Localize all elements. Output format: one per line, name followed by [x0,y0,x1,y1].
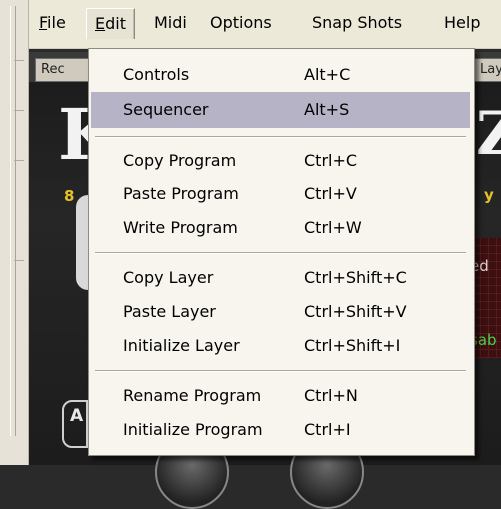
menu-item-shortcut: Alt+C [304,65,351,84]
menu-help-label: Help [444,13,481,32]
menu-item-write-program[interactable]: Write Program Ctrl+W [91,210,470,246]
menu-file-mnemonic: F [39,13,48,32]
menu-item-controls[interactable]: Controls Alt+C [91,57,470,93]
brand-logo-right: Z [476,99,501,169]
menu-item-shortcut: Ctrl+Shift+V [304,302,407,321]
menu-edit[interactable]: Edit [86,8,135,39]
menu-separator [95,370,466,372]
menu-item-label: Controls [123,65,190,84]
menu-item-initialize-layer[interactable]: Initialize Layer Ctrl+Shift+I [91,328,470,364]
menu-options-label: Options [210,13,272,32]
menu-snap-shots[interactable]: Snap Shots [304,8,410,38]
menu-item-shortcut: Ctrl+Shift+I [304,336,401,355]
menu-edit-label-rest: dit [105,14,126,33]
menu-item-shortcut: Ctrl+C [304,151,358,170]
frame-tick [14,60,24,61]
tab-layer[interactable]: Lay [474,58,501,82]
menu-item-rename-program[interactable]: Rename Program Ctrl+N [91,378,470,414]
menu-item-shortcut: Alt+S [304,100,350,119]
frame-tick [14,260,24,261]
frame-tick [14,160,24,161]
menu-file[interactable]: File [31,8,74,38]
layer-a-label: A [62,400,88,448]
menu-snap-shots-label: Snap Shots [312,13,403,32]
menu-file-label-rest: ile [47,13,66,32]
menu-item-sequencer[interactable]: Sequencer Alt+S [91,92,470,128]
menu-item-paste-program[interactable]: Paste Program Ctrl+V [91,176,470,212]
menu-separator [95,252,466,254]
menu-item-label: Sequencer [123,100,209,119]
menu-item-initialize-program[interactable]: Initialize Program Ctrl+I [91,412,470,448]
menu-midi-label: Midi [154,13,187,32]
menu-help[interactable]: Help [436,8,488,38]
menu-item-shortcut: Ctrl+N [304,386,358,405]
window-frame-edge [0,0,29,465]
menu-item-label: Write Program [123,218,238,237]
menu-item-shortcut: Ctrl+W [304,218,362,237]
tab-layer-label: Lay [480,62,501,77]
menu-item-copy-layer[interactable]: Copy Layer Ctrl+Shift+C [91,260,470,296]
resize-grip[interactable] [10,6,16,436]
menu-item-paste-layer[interactable]: Paste Layer Ctrl+Shift+V [91,294,470,330]
menu-item-copy-program[interactable]: Copy Program Ctrl+C [91,143,470,179]
menu-edit-mnemonic: E [95,14,106,33]
menu-item-label: Initialize Layer [123,336,240,355]
menu-item-shortcut: Ctrl+V [304,184,357,203]
edit-menu-dropdown: Controls Alt+C Sequencer Alt+S Copy Prog… [88,48,475,456]
program-name-fragment: y [484,186,494,204]
tab-record-label: Rec [41,62,65,77]
menu-item-label: Copy Program [123,151,237,170]
menu-item-shortcut: Ctrl+I [304,420,351,439]
tab-record[interactable]: Rec [35,58,94,82]
menu-item-label: Initialize Program [123,420,263,439]
menu-midi[interactable]: Midi [146,8,195,38]
menu-item-label: Paste Layer [123,302,216,321]
program-number: 8 [64,187,75,205]
menu-separator [95,136,466,138]
frame-tick [14,110,24,111]
menu-item-label: Copy Layer [123,268,214,287]
menu-item-shortcut: Ctrl+Shift+C [304,268,407,287]
menu-item-label: Rename Program [123,386,262,405]
menu-options[interactable]: Options [202,8,280,38]
menu-item-label: Paste Program [123,184,239,203]
